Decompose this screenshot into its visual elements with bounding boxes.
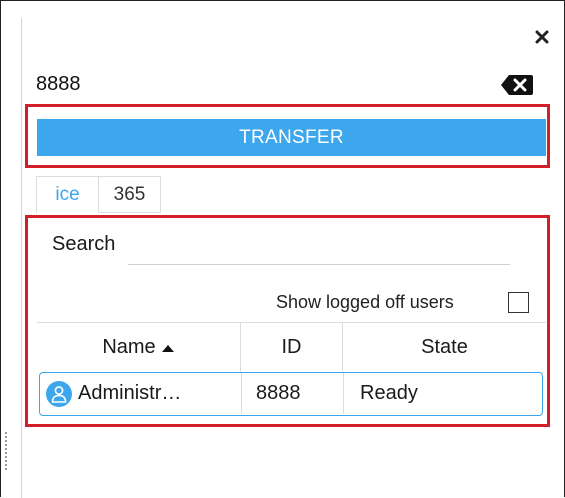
column-header-name-label: Name <box>102 336 156 358</box>
backspace-button[interactable] <box>500 74 534 96</box>
search-label: Search <box>52 233 116 255</box>
panel-divider <box>21 18 22 498</box>
column-header-name[interactable]: Name <box>37 323 240 372</box>
directory-tabs: ice 365 <box>36 176 161 213</box>
sort-up-icon <box>161 344 174 352</box>
close-icon <box>535 30 549 44</box>
show-logged-off-checkbox[interactable] <box>508 292 529 313</box>
column-divider <box>241 373 242 414</box>
row-id: 8888 <box>256 382 301 404</box>
backspace-icon <box>501 75 533 95</box>
transfer-button[interactable]: TRANSFER <box>37 119 546 156</box>
tab-ice[interactable]: ice <box>36 176 99 213</box>
user-icon <box>46 381 72 407</box>
row-state: Ready <box>360 382 418 404</box>
column-divider <box>343 373 344 414</box>
show-logged-off-label: Show logged off users <box>276 292 454 312</box>
table-row[interactable]: Administr… 8888 Ready <box>39 372 543 416</box>
column-header-state[interactable]: State <box>343 323 546 372</box>
resize-handle[interactable] <box>5 432 7 472</box>
tab-365[interactable]: 365 <box>99 176 161 213</box>
column-header-id[interactable]: ID <box>241 323 342 372</box>
table-header: Name ID State <box>37 322 546 372</box>
dialed-number[interactable]: 8888 <box>36 73 81 96</box>
search-input[interactable] <box>128 236 510 265</box>
row-name: Administr… <box>78 382 182 404</box>
close-button[interactable] <box>529 24 555 50</box>
